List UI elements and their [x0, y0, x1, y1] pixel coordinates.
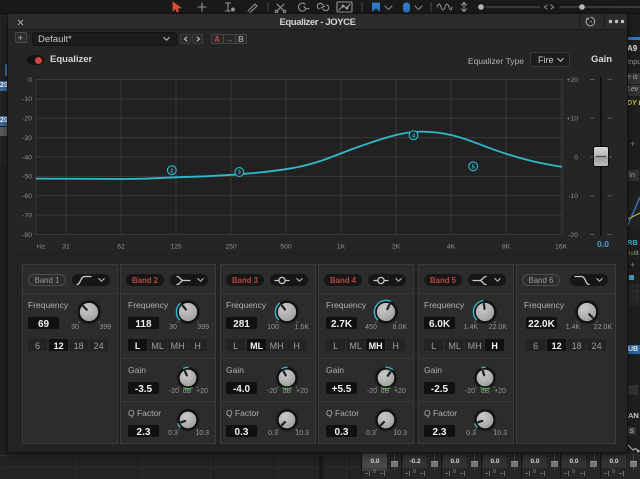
svg-text:-80: -80 — [22, 232, 32, 239]
svg-text:-60: -60 — [22, 193, 32, 200]
svg-text:-70: -70 — [22, 212, 32, 219]
svg-text:0: 0 — [28, 77, 32, 84]
svg-text:-30: -30 — [22, 135, 32, 142]
svg-text:4K: 4K — [447, 244, 456, 251]
svg-text:2: 2 — [170, 168, 173, 174]
svg-text:+20: +20 — [566, 77, 578, 84]
svg-text:16K: 16K — [555, 244, 568, 251]
svg-text:+10: +10 — [566, 116, 578, 123]
svg-text:2K: 2K — [392, 244, 401, 251]
svg-text:0.0: 0.0 — [597, 239, 609, 249]
svg-text:-20: -20 — [568, 232, 578, 239]
svg-text:62: 62 — [117, 244, 125, 251]
svg-text:31: 31 — [62, 244, 70, 251]
svg-text:8K: 8K — [502, 244, 511, 251]
svg-text:-10: -10 — [22, 96, 32, 103]
svg-text:-40: -40 — [22, 154, 32, 161]
svg-text:1K: 1K — [337, 244, 346, 251]
svg-text:250: 250 — [225, 244, 237, 251]
svg-text:-10: -10 — [568, 193, 578, 200]
svg-text:-50: -50 — [22, 174, 32, 181]
svg-text:125: 125 — [170, 244, 182, 251]
svg-text:500: 500 — [280, 244, 292, 251]
svg-text:Hz: Hz — [37, 244, 46, 251]
svg-text:-20: -20 — [22, 116, 32, 123]
svg-text:0: 0 — [574, 154, 578, 161]
